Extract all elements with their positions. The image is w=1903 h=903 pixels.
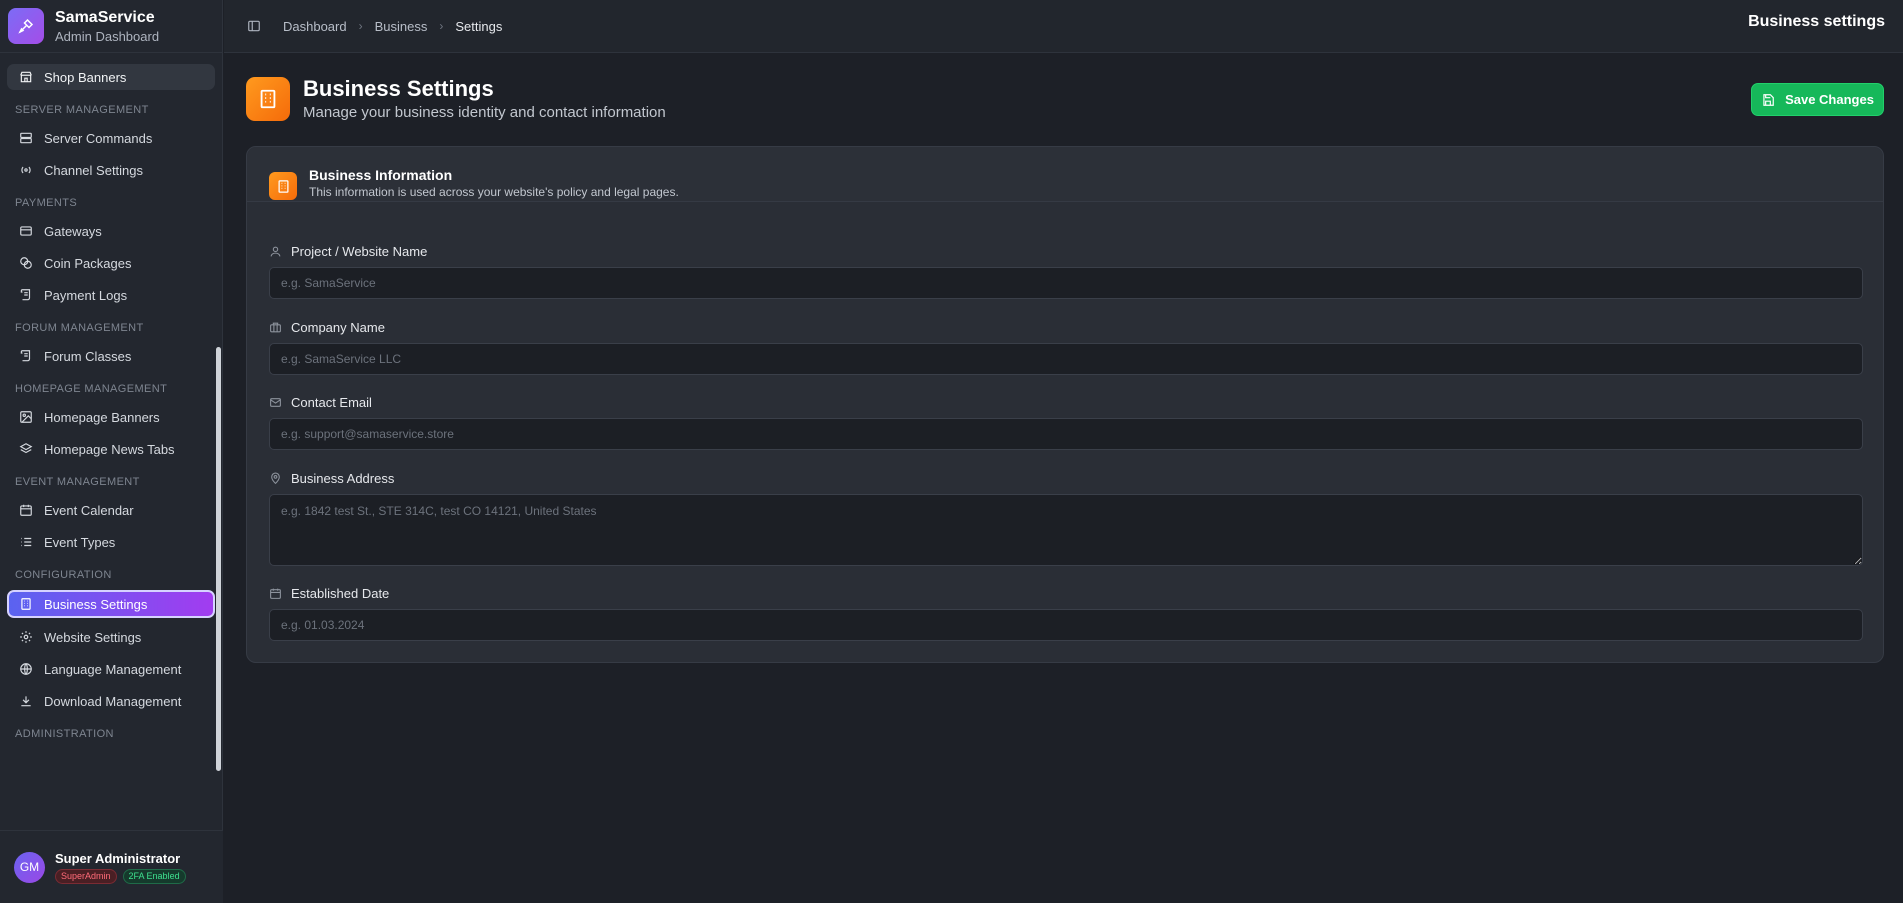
brand-logo-icon	[8, 8, 44, 44]
sidebar-item-label: Channel Settings	[44, 162, 144, 178]
store-icon	[20, 71, 32, 83]
twofa-badge: 2FA Enabled	[122, 868, 186, 884]
server-icon	[20, 132, 32, 144]
established-date-input[interactable]	[269, 609, 1863, 641]
sidebar-item-label: Website Settings	[44, 629, 142, 645]
company-name-label: Company Name	[269, 320, 385, 335]
topbar-title: Business settings	[1748, 13, 1885, 30]
building-icon	[21, 598, 31, 610]
save-button[interactable]: Save Changes	[1751, 83, 1884, 116]
chevron-right-icon: ›	[358, 19, 363, 33]
section-server-management: SERVER MANAGEMENT	[15, 104, 149, 116]
sidebar-item-channel-settings[interactable]: Channel Settings	[7, 157, 215, 183]
sidebar-item-label: Payment Logs	[44, 287, 128, 303]
sidebar-item-label: Coin Packages	[44, 255, 132, 271]
sidebar-item-label: Download Management	[44, 693, 182, 709]
project-name-label: Project / Website Name	[269, 244, 427, 259]
section-administration: ADMINISTRATION	[15, 728, 114, 740]
gear-icon	[20, 631, 32, 643]
page-subtitle: Manage your business identity and contac…	[303, 104, 666, 121]
section-event-management: EVENT MANAGEMENT	[15, 476, 140, 488]
section-configuration: CONFIGURATION	[15, 569, 112, 581]
chevron-right-icon: ›	[439, 19, 444, 33]
broadcast-icon	[21, 166, 31, 174]
sidebar-item-label: Gateways	[44, 223, 102, 239]
sidebar-item-website-settings[interactable]: Website Settings	[7, 624, 215, 650]
sidebar-item-label: Event Calendar	[44, 502, 134, 518]
contact-email-input[interactable]	[269, 418, 1863, 450]
breadcrumb-business[interactable]: Business	[375, 19, 428, 34]
sidebar-item-event-calendar[interactable]: Event Calendar	[7, 497, 215, 523]
sidebar-toggle-icon[interactable]	[247, 19, 261, 33]
sidebar-item-label: Homepage News Tabs	[44, 441, 175, 457]
sidebar-item-shop-banners[interactable]: Shop Banners	[7, 64, 215, 90]
sidebar-item-download-management[interactable]: Download Management	[7, 688, 215, 714]
brand-subtitle: Admin Dashboard	[55, 28, 160, 44]
sidebar-item-payment-logs[interactable]: Payment Logs	[7, 282, 215, 308]
section-homepage-management: HOMEPAGE MANAGEMENT	[15, 383, 168, 395]
sidebar-item-gateways[interactable]: Gateways	[7, 218, 215, 244]
download-icon	[21, 696, 31, 707]
scroll-icon	[20, 350, 31, 362]
sidebar-scrollbar[interactable]	[216, 347, 221, 771]
contact-email-label: Contact Email	[269, 395, 372, 410]
section-forum-management: FORUM MANAGEMENT	[15, 322, 144, 334]
established-date-label: Established Date	[269, 586, 389, 601]
list-icon	[21, 537, 32, 547]
user-name: Super Administrator	[55, 850, 181, 866]
brand-title: SamaService	[55, 8, 155, 26]
user-profile[interactable]: GM Super Administrator SuperAdmin 2FA En…	[0, 830, 223, 903]
card-title: Business Information	[309, 167, 453, 183]
map-pin-icon	[271, 472, 280, 485]
globe-icon	[20, 663, 32, 675]
sidebar: SamaService Admin Dashboard Shop Banners…	[0, 0, 223, 903]
building-icon	[246, 77, 290, 121]
calendar-icon	[270, 588, 281, 599]
business-address-label: Business Address	[269, 471, 394, 486]
business-information-card: Business Information This information is…	[246, 146, 1884, 663]
sidebar-item-homepage-banners[interactable]: Homepage Banners	[7, 404, 215, 430]
sidebar-nav: Shop Banners SERVER MANAGEMENT Server Co…	[0, 64, 223, 749]
sidebar-item-forum-classes[interactable]: Forum Classes	[7, 343, 215, 369]
coins-icon	[20, 257, 32, 269]
breadcrumb-settings: Settings	[455, 18, 503, 34]
building-icon	[269, 172, 297, 200]
breadcrumb: Dashboard › Business › Settings	[283, 19, 502, 34]
mail-icon	[270, 398, 281, 407]
scroll-icon	[20, 289, 31, 301]
sidebar-item-business-settings[interactable]: Business Settings	[7, 590, 215, 618]
sidebar-item-coin-packages[interactable]: Coin Packages	[7, 250, 215, 276]
card-subtitle: This information is used across your web…	[309, 185, 679, 199]
save-icon	[1763, 93, 1774, 106]
breadcrumb-dashboard[interactable]: Dashboard	[283, 19, 347, 34]
page-title: Business Settings	[303, 76, 494, 101]
layers-icon	[19, 443, 33, 454]
sidebar-item-event-types[interactable]: Event Types	[7, 529, 215, 555]
save-button-label: Save Changes	[1785, 92, 1874, 107]
sidebar-item-label: Shop Banners	[44, 69, 127, 85]
briefcase-icon	[270, 322, 281, 333]
sidebar-item-label: Business Settings	[44, 596, 148, 612]
avatar: GM	[14, 851, 45, 883]
business-address-textarea[interactable]	[269, 494, 1863, 566]
sidebar-item-label: Homepage Banners	[44, 409, 160, 425]
project-name-input[interactable]	[269, 267, 1863, 299]
user-icon	[270, 246, 281, 257]
role-badge: SuperAdmin	[55, 868, 117, 884]
calendar-icon	[20, 504, 32, 516]
brand[interactable]: SamaService Admin Dashboard	[0, 0, 222, 53]
image-icon	[20, 411, 32, 423]
credit-card-icon	[20, 226, 32, 236]
topbar: Dashboard › Business › Settings Business…	[224, 0, 1903, 53]
sidebar-item-label: Event Types	[44, 534, 116, 550]
section-payments: PAYMENTS	[15, 197, 78, 209]
sidebar-item-label: Forum Classes	[44, 348, 132, 364]
sidebar-item-homepage-news-tabs[interactable]: Homepage News Tabs	[7, 436, 215, 462]
company-name-input[interactable]	[269, 343, 1863, 375]
sidebar-item-server-commands[interactable]: Server Commands	[7, 125, 215, 151]
sidebar-item-language-management[interactable]: Language Management	[7, 656, 215, 682]
sidebar-item-label: Server Commands	[44, 130, 153, 146]
sidebar-item-label: Language Management	[44, 661, 182, 677]
